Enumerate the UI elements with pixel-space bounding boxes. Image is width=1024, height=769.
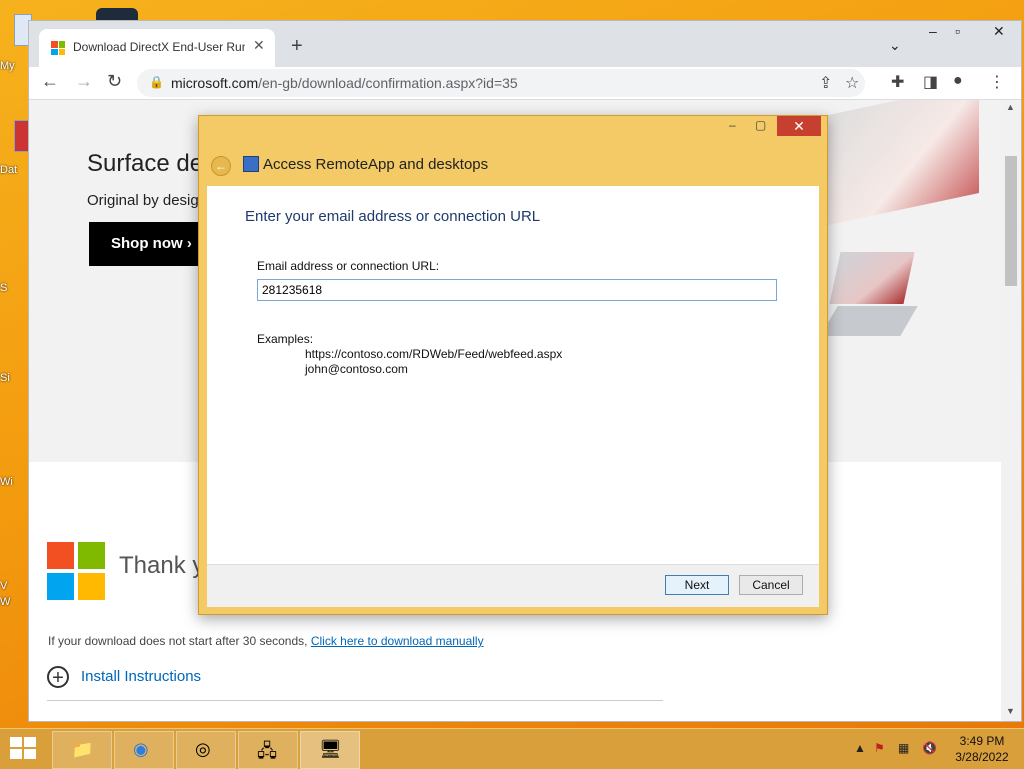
taskbar: 📁 ◉ ◎ 🖧 🖥 ▲ ⚑ ▦ 🔇 3:49 PM 3/28/2022 (0, 728, 1024, 769)
cancel-button[interactable]: Cancel (739, 575, 803, 595)
remoteapp-dialog: – ▢ ✕ ← Access RemoteApp and desktops En… (198, 115, 828, 615)
dialog-footer: Next Cancel (207, 564, 819, 607)
scroll-up-icon[interactable]: ▲ (1006, 102, 1015, 112)
taskbar-chrome[interactable]: ◉ (114, 731, 174, 769)
share-icon[interactable]: ⇪ (819, 73, 832, 93)
dialog-maximize-icon[interactable]: ▢ (755, 118, 766, 132)
folder-icon: 📁 (71, 739, 94, 759)
example-url: https://contoso.com/RDWeb/Feed/webfeed.a… (305, 347, 563, 361)
download-manually-link[interactable]: Click here to download manually (311, 634, 484, 648)
volume-icon[interactable]: 🔇 (922, 741, 937, 755)
example-email: john@contoso.com (305, 362, 408, 376)
install-instructions[interactable]: + Install Instructions (47, 666, 201, 688)
clock-time: 3:49 PM (959, 734, 1005, 748)
expand-plus-icon: + (47, 666, 69, 688)
tab-bar: Download DirectX End-User Runt ✕ + ⌄ – ▫… (29, 21, 1021, 67)
chrome-icon: ◉ (133, 739, 149, 759)
next-button[interactable]: Next (665, 575, 729, 595)
hero-title: Surface dev (87, 150, 216, 177)
address-bar[interactable]: 🔒 microsoft.com/en-gb/download/confirmat… (137, 69, 865, 97)
taskbar-app-4[interactable]: 🖧 (238, 731, 298, 769)
scrollbar-thumb[interactable] (1005, 156, 1017, 286)
download-notice: If your download does not start after 30… (48, 634, 484, 648)
action-center-icon[interactable]: ⚑ (874, 741, 885, 755)
dialog-back-icon[interactable]: ← (211, 156, 231, 176)
desktop-label: My (0, 60, 15, 72)
divider (47, 700, 663, 701)
extensions-icon[interactable]: ✚ (891, 72, 904, 92)
app-icon: ◎ (195, 739, 211, 759)
side-panel-icon[interactable]: ◨ (923, 72, 938, 92)
laptop-small-image (829, 252, 915, 304)
email-url-input[interactable] (257, 279, 777, 301)
dialog-heading: Enter your email address or connection U… (245, 208, 541, 225)
forward-icon[interactable]: → (75, 71, 93, 92)
microsoft-logo-large (47, 542, 105, 600)
desktop-label: Wi (0, 476, 13, 488)
reload-icon[interactable]: ↻ (107, 71, 122, 92)
minimize-icon[interactable]: – (929, 23, 937, 39)
url-text: microsoft.com/en-gb/download/confirmatio… (171, 75, 518, 91)
tab-close-icon[interactable]: ✕ (253, 37, 265, 54)
lock-icon: 🔒 (149, 75, 164, 89)
tab-search-icon[interactable]: ⌄ (889, 37, 901, 54)
menu-icon[interactable]: ⋮ (989, 72, 1005, 92)
network-computer-icon: 🖧 (257, 741, 278, 761)
scroll-down-icon[interactable]: ▼ (1006, 706, 1015, 716)
browser-toolbar: ← → ↻ 🔒 microsoft.com/en-gb/download/con… (29, 67, 1021, 100)
desktop-label: Dat (0, 164, 18, 176)
clock-date: 3/28/2022 (955, 750, 1009, 764)
bookmark-star-icon[interactable]: ☆ (845, 73, 859, 93)
examples-label: Examples: (257, 332, 314, 346)
desktop-label: W (0, 596, 11, 608)
taskbar-remoteapp[interactable]: 🖥 (300, 731, 360, 769)
desktop-label: V (0, 580, 8, 592)
tray-expand-icon[interactable]: ▲ (854, 741, 866, 755)
desktop-label: S (0, 282, 8, 294)
network-icon[interactable]: ▦ (898, 741, 909, 755)
new-tab-icon[interactable]: + (291, 35, 303, 58)
email-field-label: Email address or connection URL: (257, 259, 440, 273)
start-button[interactable] (10, 737, 38, 761)
remote-desktop-icon: 🖥 (319, 739, 342, 759)
hero-subtitle: Original by desig (87, 192, 199, 209)
page-scrollbar[interactable]: ▲ ▼ (1001, 100, 1021, 721)
back-icon[interactable]: ← (41, 71, 59, 92)
desktop-label: Si (0, 372, 10, 384)
profile-icon[interactable]: ● (953, 72, 963, 90)
dialog-body: Enter your email address or connection U… (207, 186, 819, 564)
dialog-close-button[interactable]: ✕ (777, 116, 821, 136)
browser-tab[interactable]: Download DirectX End-User Runt ✕ (39, 29, 275, 67)
close-icon[interactable]: ✕ (993, 23, 1005, 40)
microsoft-logo-icon (51, 41, 65, 55)
dialog-minimize-icon[interactable]: – (729, 118, 736, 132)
taskbar-app-3[interactable]: ◎ (176, 731, 236, 769)
tab-title: Download DirectX End-User Runt (73, 40, 245, 54)
dialog-title: Access RemoteApp and desktops (263, 156, 489, 173)
remoteapp-icon (243, 156, 259, 172)
taskbar-file-explorer[interactable]: 📁 (52, 731, 112, 769)
taskbar-clock[interactable]: 3:49 PM 3/28/2022 (952, 733, 1012, 765)
maximize-icon[interactable]: ▫ (955, 23, 960, 39)
